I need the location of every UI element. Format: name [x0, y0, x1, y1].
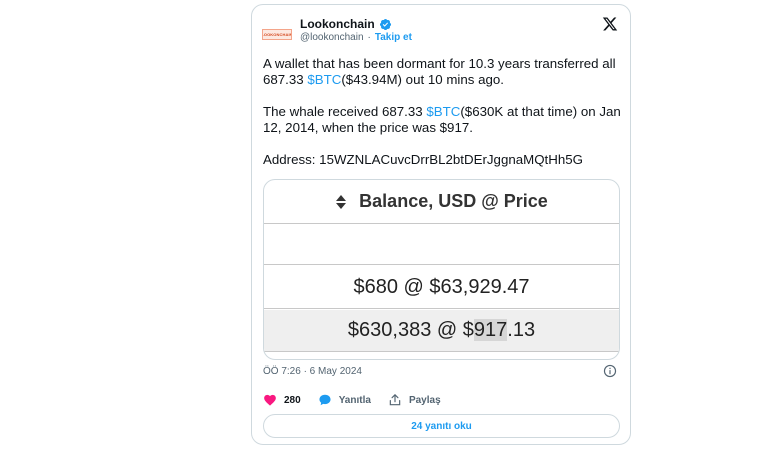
cashtag-btc-link[interactable]: $BTC: [307, 72, 341, 87]
tweet-paragraph-2: The whale received 687.33 $BTC($630K at …: [263, 104, 621, 135]
author-name-row: Lookonchain: [300, 17, 392, 31]
separator-dot: ·: [367, 32, 371, 43]
tweet-card: LOOKONCHAIN Lookonchain @lookonchain · T…: [251, 4, 631, 445]
sort-icon: [336, 194, 347, 209]
table-cell: $680 @ $63,929.47: [353, 275, 530, 298]
like-button[interactable]: 280: [263, 393, 301, 407]
tweet-text: A wallet that has been dormant for 10.3 …: [263, 56, 623, 184]
tweet-paragraph-1: A wallet that has been dormant for 10.3 …: [263, 56, 616, 87]
verified-badge-icon: [379, 18, 391, 30]
share-label: Paylaş: [408, 394, 441, 406]
reply-label: Yanıtla: [338, 394, 371, 406]
share-icon: [389, 394, 401, 406]
highlighted-text: 917: [473, 319, 508, 341]
like-count: 280: [284, 394, 301, 406]
author-handle-row: @lookonchain · Takip et: [300, 32, 412, 43]
table-row: $680 @ $63,929.47: [264, 266, 619, 309]
table-row-empty: [264, 225, 619, 265]
cashtag-btc-link[interactable]: $BTC: [426, 104, 460, 119]
author-handle[interactable]: @lookonchain: [300, 32, 364, 43]
heart-icon: [264, 394, 276, 406]
table-cell: $630,383 @ $917.13: [347, 319, 536, 341]
table-header-label: Balance, USD @ Price: [359, 191, 548, 211]
author-name[interactable]: Lookonchain: [300, 17, 375, 31]
action-bar: 280 Yanıtla Paylaş: [263, 393, 458, 407]
reply-button[interactable]: Yanıtla: [318, 393, 371, 407]
avatar-logo: LOOKONCHAIN: [262, 28, 292, 40]
read-replies-button[interactable]: 24 yanıtı oku: [263, 414, 620, 438]
table-row: $630,383 @ $917.13: [264, 310, 619, 352]
share-button[interactable]: Paylaş: [388, 393, 441, 407]
follow-button[interactable]: Takip et: [375, 32, 412, 43]
x-logo-icon[interactable]: [602, 16, 618, 32]
tweet-image[interactable]: Balance, USD @ Price $680 @ $63,929.47 $…: [263, 179, 620, 360]
avatar[interactable]: LOOKONCHAIN: [262, 19, 292, 49]
tweet-timestamp[interactable]: ÖÖ 7:26 · 6 May 2024: [263, 366, 362, 377]
reply-bubble-icon: [319, 394, 331, 406]
table-header: Balance, USD @ Price: [264, 180, 619, 224]
info-icon[interactable]: [603, 364, 617, 378]
tweet-paragraph-address: Address: 15WZNLACuvcDrrBL2btDErJggnaMQtH…: [263, 152, 583, 167]
